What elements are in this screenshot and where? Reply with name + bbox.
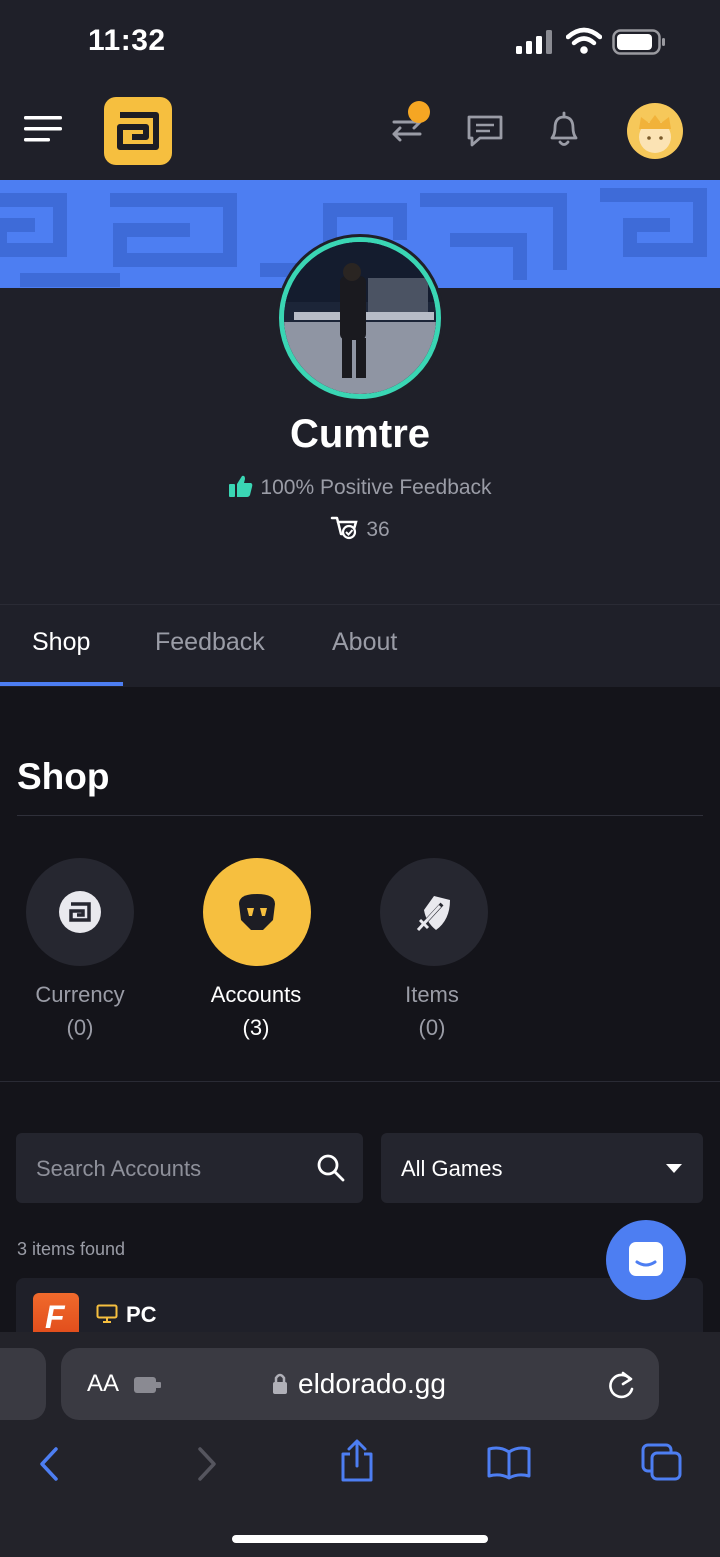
- wifi-icon: [566, 27, 602, 54]
- category-items-button[interactable]: [380, 858, 488, 966]
- games-select-value: All Games: [401, 1156, 503, 1181]
- search-accounts-box: [16, 1133, 363, 1205]
- notifications-bell-icon[interactable]: [546, 111, 582, 149]
- bookmarks-icon[interactable]: [486, 1444, 532, 1480]
- battery-icon: [612, 29, 665, 55]
- home-indicator: [232, 1535, 488, 1543]
- status-time: 11:32: [88, 24, 166, 57]
- games-filter-select[interactable]: All Games: [381, 1133, 703, 1203]
- currency-icon: [59, 891, 101, 933]
- lock-icon: [273, 1373, 287, 1394]
- category-accounts-button[interactable]: [203, 858, 311, 966]
- tab-shop[interactable]: Shop: [32, 628, 90, 657]
- category-items-count: (0): [418, 1015, 446, 1040]
- messages-icon[interactable]: [466, 114, 504, 148]
- address-bar[interactable]: AA eldorado.gg: [61, 1348, 659, 1420]
- divider: [0, 1081, 720, 1082]
- feedback-text: 100% Positive Feedback: [260, 476, 492, 499]
- seller-avatar: [279, 237, 441, 399]
- category-items-label: Items: [405, 982, 459, 1007]
- previous-tab-pill[interactable]: [0, 1348, 46, 1420]
- helmet-icon: [239, 894, 275, 930]
- search-icon[interactable]: [316, 1153, 346, 1183]
- platform-label: PC: [126, 1302, 157, 1327]
- tab-feedback[interactable]: Feedback: [155, 628, 265, 657]
- forward-arrow-icon[interactable]: [194, 1446, 220, 1482]
- category-currency-button[interactable]: [26, 858, 134, 966]
- eldorado-logo[interactable]: [104, 97, 172, 165]
- sword-shield-icon: [416, 896, 450, 932]
- seller-username: Cumtre: [289, 412, 431, 456]
- tab-about[interactable]: About: [332, 628, 397, 657]
- feedback-summary: 100% Positive Feedback: [0, 474, 720, 500]
- category-accounts-label: Accounts: [210, 982, 302, 1007]
- back-arrow-icon[interactable]: [36, 1446, 62, 1482]
- avatar-face-icon: [639, 115, 671, 153]
- eldorado-logo-icon: [117, 112, 159, 150]
- desktop-icon: [96, 1304, 118, 1323]
- menu-icon[interactable]: [24, 114, 64, 144]
- shop-heading: Shop: [17, 756, 110, 797]
- orders-count: 36: [366, 518, 390, 541]
- active-tab-indicator: [0, 682, 123, 686]
- reload-icon[interactable]: [607, 1369, 637, 1401]
- game-logo-letter: F: [45, 1299, 65, 1335]
- category-currency-label: Currency: [35, 982, 125, 1007]
- category-currency-count: (0): [66, 1015, 94, 1040]
- user-avatar[interactable]: [627, 103, 683, 159]
- results-count: 3 items found: [17, 1239, 126, 1259]
- tabs-overview-icon[interactable]: [640, 1442, 684, 1482]
- cellular-signal-icon: [516, 30, 552, 54]
- category-accounts-count: (3): [242, 1015, 270, 1040]
- thumbs-up-icon: [229, 475, 253, 497]
- search-accounts-input[interactable]: [34, 1133, 308, 1205]
- url-text: eldorado.gg: [298, 1368, 446, 1399]
- chat-icon: [629, 1242, 663, 1276]
- chevron-down-icon: [666, 1164, 682, 1173]
- support-chat-button[interactable]: [606, 1220, 686, 1300]
- share-icon[interactable]: [338, 1438, 376, 1484]
- extension-icon[interactable]: [133, 1374, 163, 1396]
- cart-check-icon: [331, 516, 358, 540]
- reader-text-size-button[interactable]: AA: [87, 1370, 119, 1398]
- trade-arrows-icon[interactable]: [388, 100, 434, 148]
- completed-orders: 36: [0, 515, 720, 542]
- divider: [17, 815, 703, 816]
- seller-photo: [284, 242, 436, 394]
